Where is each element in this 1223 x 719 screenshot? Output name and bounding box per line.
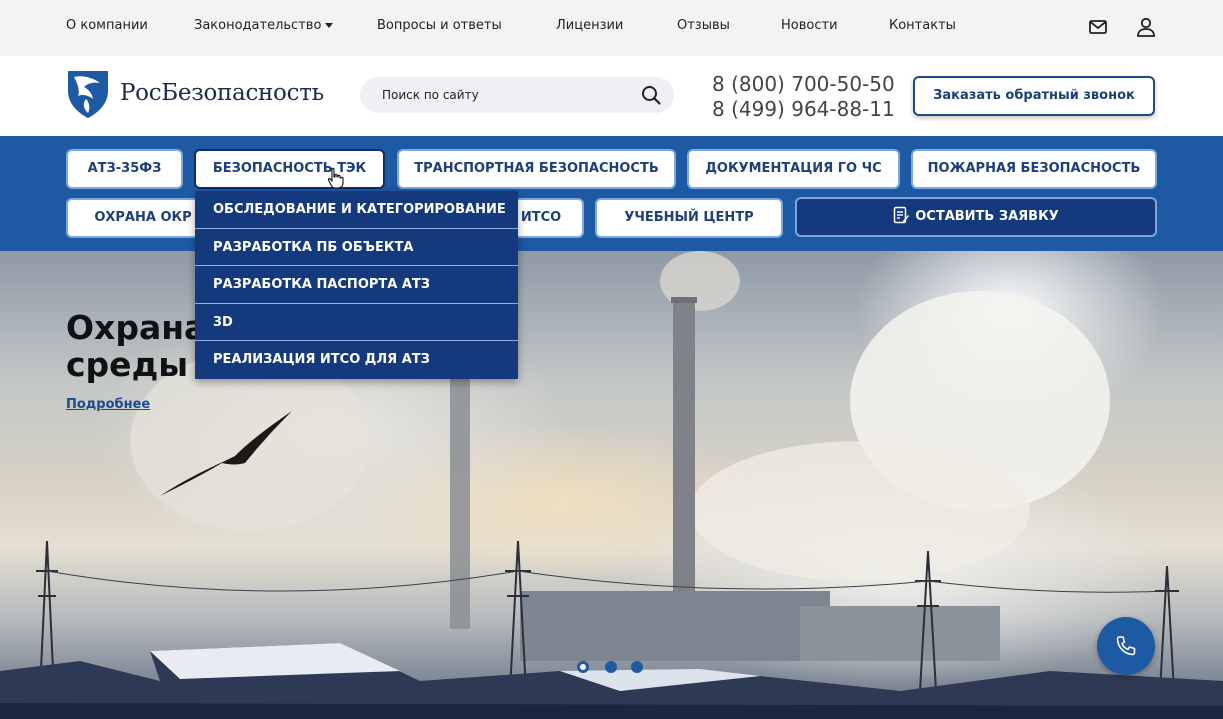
- topnav-contacts[interactable]: Контакты: [889, 18, 956, 33]
- dropdown-item-3d[interactable]: 3D: [195, 304, 518, 342]
- dropdown-item-survey[interactable]: ОБСЛЕДОВАНИЕ И КАТЕГОРИРОВАНИЕ: [195, 191, 518, 229]
- search-icon[interactable]: [640, 84, 662, 106]
- hero-slider: Охрана среды Подробнее: [0, 251, 1223, 719]
- hero-title: Охрана среды: [66, 309, 206, 383]
- tek-security-dropdown: ОБСЛЕДОВАНИЕ И КАТЕГОРИРОВАНИЕ РАЗРАБОТК…: [195, 191, 518, 379]
- slider-dot-2[interactable]: [605, 661, 617, 673]
- hero-title-line2: среды: [66, 345, 189, 384]
- phone-numbers: 8 (800) 700-50-50 8 (499) 964-88-11: [712, 72, 895, 122]
- category-go-chs-docs[interactable]: ДОКУМЕНТАЦИЯ ГО ЧС: [689, 151, 898, 187]
- eagle-shield-logo[interactable]: [66, 69, 110, 119]
- search-input[interactable]: [360, 77, 674, 113]
- document-edit-icon: [894, 206, 910, 224]
- category-atz-35fz[interactable]: АТЗ-35ФЗ: [68, 151, 181, 187]
- phone-number-2[interactable]: 8 (499) 964-88-11: [712, 97, 895, 122]
- category-fire-safety[interactable]: ПОЖАРНАЯ БЕЗОПАСНОСТЬ: [913, 151, 1155, 187]
- leave-request-button[interactable]: ОСТАВИТЬ ЗАЯВКУ: [797, 199, 1155, 235]
- hero-more-link[interactable]: Подробнее: [66, 397, 150, 412]
- category-tek-security[interactable]: БЕЗОПАСНОСТЬ ТЭК: [196, 151, 383, 187]
- phone-number-1[interactable]: 8 (800) 700-50-50: [712, 72, 895, 97]
- topnav-faq[interactable]: Вопросы и ответы: [377, 18, 502, 33]
- dropdown-item-atz-passport[interactable]: РАЗРАБОТКА ПАСПОРТА АТЗ: [195, 266, 518, 304]
- user-icon[interactable]: [1135, 16, 1157, 38]
- topnav-legislation[interactable]: Законодательство: [194, 18, 334, 33]
- top-menu-bar: О компании Законодательство Вопросы и от…: [0, 0, 1223, 56]
- site-header: РосБезопасность 8 (800) 700-50-50 8 (499…: [0, 56, 1223, 136]
- topnav-licenses[interactable]: Лицензии: [556, 18, 623, 33]
- site-search: [360, 77, 674, 113]
- hand-pointer-cursor-icon: [327, 167, 344, 189]
- logo-text[interactable]: РосБезопасность: [120, 80, 324, 106]
- topnav-reviews[interactable]: Отзывы: [677, 18, 730, 33]
- dropdown-item-pb-object[interactable]: РАЗРАБОТКА ПБ ОБЪЕКТА: [195, 229, 518, 267]
- leave-request-label: ОСТАВИТЬ ЗАЯВКУ: [915, 209, 1059, 224]
- category-band: АТЗ-35ФЗ БЕЗОПАСНОСТЬ ТЭК ТРАНСПОРТНАЯ Б…: [0, 136, 1223, 251]
- category-training-center[interactable]: УЧЕБНЫЙ ЦЕНТР: [597, 200, 781, 236]
- slider-dot-3[interactable]: [631, 661, 643, 673]
- topnav-about[interactable]: О компании: [66, 18, 148, 33]
- slider-dot-1[interactable]: [577, 661, 589, 673]
- request-callback-button[interactable]: Заказать обратный звонок: [913, 76, 1155, 116]
- dropdown-item-itso-atz[interactable]: РЕАЛИЗАЦИЯ ИТСО ДЛЯ АТЗ: [195, 341, 518, 379]
- hero-title-line1: Охрана: [66, 308, 207, 347]
- topnav-news[interactable]: Новости: [781, 18, 838, 33]
- phone-icon: [1116, 636, 1136, 656]
- envelope-icon[interactable]: [1087, 16, 1109, 38]
- category-transport-security[interactable]: ТРАНСПОРТНАЯ БЕЗОПАСНОСТЬ: [399, 151, 674, 187]
- topnav-legislation-label: Законодательство: [194, 18, 322, 33]
- call-fab-button[interactable]: [1097, 617, 1155, 675]
- caret-down-icon: [325, 23, 334, 28]
